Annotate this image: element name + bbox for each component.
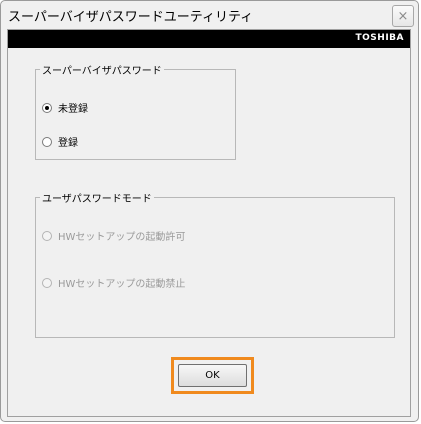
ok-highlight-frame: OK bbox=[171, 357, 254, 394]
user-password-mode-legend: ユーザパスワードモード bbox=[42, 194, 152, 205]
radio-registered[interactable]: 登録 bbox=[42, 134, 78, 149]
ok-button[interactable]: OK bbox=[178, 364, 247, 387]
close-icon[interactable]: × bbox=[392, 5, 414, 27]
radio-hw-setup-allow-label[interactable]: HWセットアップの起動許可 bbox=[58, 228, 185, 243]
radio-hw-setup-allow-button[interactable] bbox=[42, 230, 52, 241]
user-password-mode-group: ユーザパスワードモード HWセットアップの起動許可 HWセットアップの起動禁止 bbox=[35, 190, 395, 338]
window-title: スーパーバイザパスワードユーティリティ bbox=[8, 10, 254, 25]
supervisor-password-legend: スーパーバイザパスワード bbox=[42, 66, 162, 77]
radio-registered-label[interactable]: 登録 bbox=[58, 134, 78, 149]
toshiba-logo: TOSHIBA bbox=[355, 33, 404, 43]
dialog-window: スーパーバイザパスワードユーティリティ × TOSHIBA スーパーバイザパスワ… bbox=[0, 0, 419, 422]
brand-bar: TOSHIBA bbox=[8, 30, 410, 48]
radio-hw-setup-deny[interactable]: HWセットアップの起動禁止 bbox=[42, 275, 185, 290]
dialog-client-area: TOSHIBA スーパーバイザパスワード 未登録 登録 ユーザパスワードモード … bbox=[7, 29, 411, 417]
radio-not-registered[interactable]: 未登録 bbox=[42, 100, 88, 115]
radio-registered-button[interactable] bbox=[42, 136, 52, 147]
radio-hw-setup-allow[interactable]: HWセットアップの起動許可 bbox=[42, 228, 185, 243]
supervisor-password-group: スーパーバイザパスワード 未登録 登録 bbox=[35, 62, 236, 160]
radio-hw-setup-deny-label[interactable]: HWセットアップの起動禁止 bbox=[58, 275, 185, 290]
radio-not-registered-button[interactable] bbox=[42, 102, 52, 113]
radio-not-registered-label[interactable]: 未登録 bbox=[58, 100, 88, 115]
radio-hw-setup-deny-button[interactable] bbox=[42, 277, 52, 288]
title-bar[interactable]: スーパーバイザパスワードユーティリティ × bbox=[1, 1, 418, 29]
